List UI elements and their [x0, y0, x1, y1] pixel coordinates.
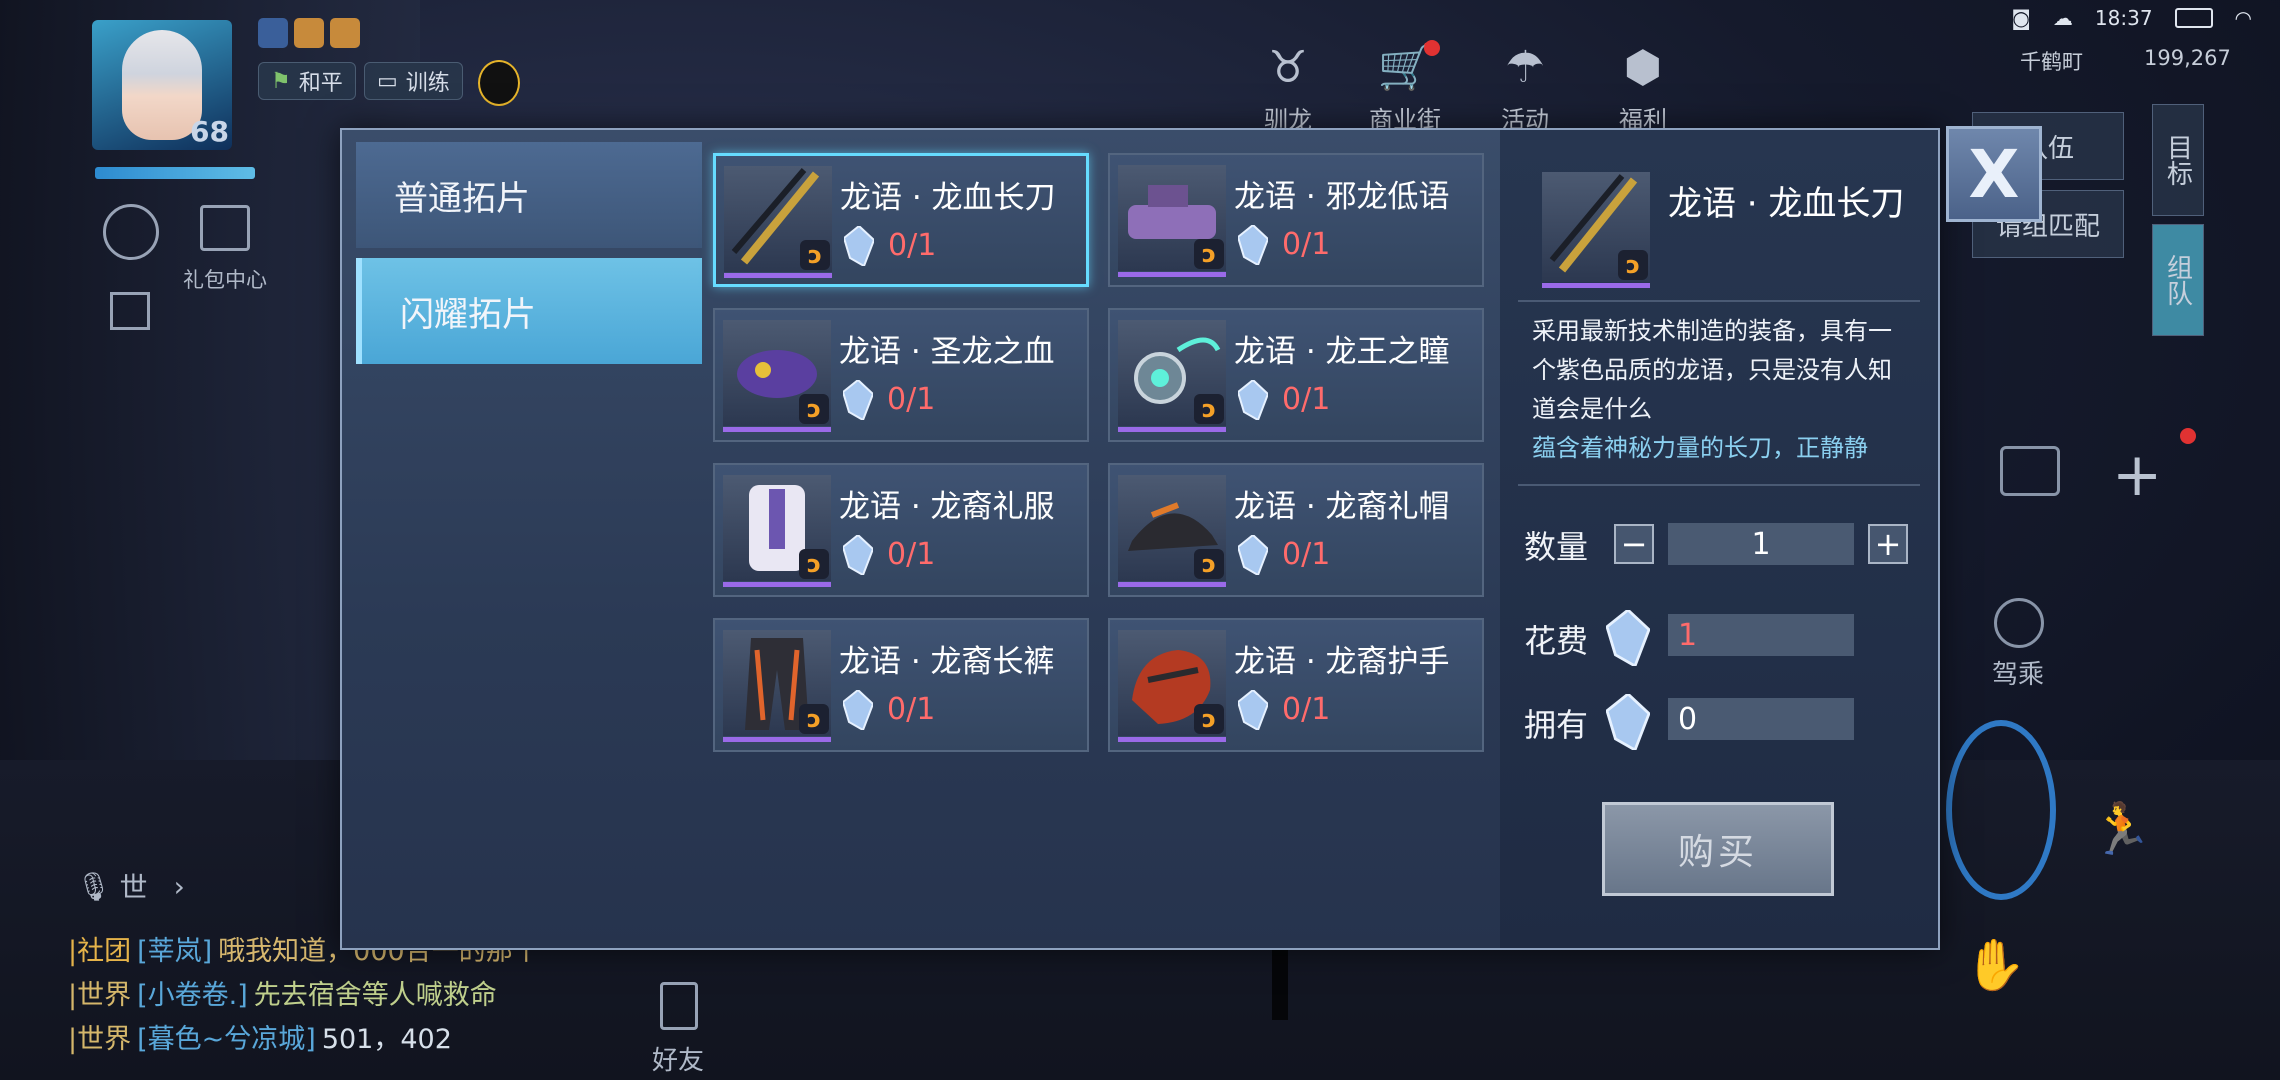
- item-card-dragon-gloves[interactable]: ↄ 龙语 · 龙裔护手 0/1: [1108, 618, 1484, 752]
- glove-icon: ↄ: [1118, 630, 1226, 742]
- location-coords: 199,267: [2144, 46, 2231, 70]
- target-button[interactable]: 目标: [2152, 104, 2204, 216]
- item-card-longblood-blade[interactable]: ↄ 龙语 · 龙血长刀 0/1: [713, 153, 1089, 287]
- welfare-icon: ⬢: [1623, 41, 1663, 93]
- camera-icon: ◙: [2011, 6, 2031, 30]
- player-hp-bar: [95, 167, 255, 179]
- divider: [1518, 484, 1920, 486]
- flag-icon: ⚑: [271, 68, 291, 94]
- drive-label: 驾乘: [1992, 660, 2045, 690]
- item-card-evil-whisper[interactable]: ↄ 龙语 · 邪龙低语 0/1: [1108, 153, 1484, 287]
- quantity-label: 数量: [1524, 528, 1589, 566]
- divider: [1518, 300, 1920, 302]
- crystal-icon: [843, 535, 873, 575]
- clock-time: 18:37: [2094, 6, 2153, 30]
- steering-wheel-icon[interactable]: [1994, 598, 2044, 648]
- top-menu-activity[interactable]: ☂: [1490, 36, 1560, 98]
- chat-row: |世界 [小卷卷.] 先去宿舍等人喊救命: [68, 980, 497, 1011]
- own-field: 0: [1668, 698, 1854, 740]
- jump-icon[interactable]: ✋: [1964, 936, 2026, 995]
- crystal-icon: [1238, 380, 1268, 420]
- chevron-right-icon: ›: [173, 869, 185, 903]
- sword-icon: ↄ: [1542, 172, 1650, 288]
- dragon-icon: ♉: [1268, 41, 1308, 93]
- item-card-holy-dragon-blood[interactable]: ↄ 龙语 · 圣龙之血 0/1: [713, 308, 1089, 442]
- eye-icon[interactable]: [103, 204, 159, 260]
- player-level: 68: [190, 115, 229, 148]
- crystal-icon: [843, 380, 873, 420]
- buy-button[interactable]: 购买: [1602, 802, 1834, 896]
- suit-icon: ↄ: [723, 475, 831, 587]
- tab-normal-rubbing[interactable]: 普通拓片: [356, 142, 702, 248]
- voice-channel-toggle[interactable]: 🎙 世 ›: [76, 866, 185, 906]
- friends-label: 好友: [652, 1046, 705, 1076]
- monitor-icon: ▭: [377, 68, 398, 94]
- detail-description: 采用最新技术制造的装备，具有一个紫色品质的龙语，只是没有人知道会是什么: [1532, 317, 1892, 423]
- item-card-dragon-hat[interactable]: ↄ 龙语 · 龙裔礼帽 0/1: [1108, 463, 1484, 597]
- player-badges: [258, 18, 360, 48]
- crystal-icon: [1606, 610, 1650, 666]
- crystal-icon: [843, 690, 873, 730]
- location-name: 千鹤町: [2020, 50, 2083, 74]
- item-card-dragon-pants[interactable]: ↄ 龙语 · 龙裔长裤 0/1: [713, 618, 1089, 752]
- weather-icon: ☁: [2052, 6, 2073, 30]
- cap-icon: ↄ: [1118, 475, 1226, 587]
- battery-icon: [2174, 8, 2213, 28]
- close-button[interactable]: X: [1946, 126, 2042, 222]
- wifi-icon: ◠: [2234, 6, 2252, 30]
- add-icon[interactable]: +: [2112, 440, 2162, 510]
- top-menu-dragon[interactable]: ♉: [1253, 36, 1323, 98]
- notification-dot: [2180, 428, 2196, 444]
- own-label: 拥有: [1524, 706, 1589, 744]
- mode-chip-train[interactable]: ▭ 训练: [364, 62, 463, 100]
- notification-dot: [1424, 40, 1440, 56]
- home-icon[interactable]: [110, 292, 150, 330]
- crystal-icon: [1606, 694, 1650, 750]
- quantity-plus-button[interactable]: +: [1868, 524, 1908, 564]
- eye-ring-icon: ↄ: [1118, 320, 1226, 432]
- mask-icon: ↄ: [723, 320, 831, 432]
- tab-shiny-rubbing[interactable]: 闪耀拓片: [356, 258, 702, 364]
- badge-icon: [258, 18, 288, 48]
- microphone-icon: 🎙: [76, 869, 112, 903]
- sword-icon: ↄ: [724, 166, 832, 278]
- quantity-field[interactable]: 1: [1668, 523, 1854, 565]
- pants-icon: ↄ: [723, 630, 831, 742]
- group-button[interactable]: 组队: [2152, 224, 2204, 336]
- top-menu-welfare[interactable]: ⬢: [1608, 36, 1678, 98]
- quantity-minus-button[interactable]: −: [1614, 524, 1654, 564]
- item-card-dragon-king-eye[interactable]: ↄ 龙语 · 龙王之瞳 0/1: [1108, 308, 1484, 442]
- mode-chip-peace[interactable]: ⚑ 和平: [258, 62, 356, 100]
- item-card-dragon-suit[interactable]: ↄ 龙语 · 龙裔礼服 0/1: [713, 463, 1089, 597]
- crystal-icon: [844, 226, 874, 266]
- briefcase-icon[interactable]: [2000, 446, 2060, 496]
- chat-row: |世界 [暮色~兮凉城] 501，402: [68, 1024, 452, 1055]
- cost-label: 花费: [1524, 622, 1589, 660]
- gift-center-label: 礼包中心: [183, 268, 267, 292]
- crystal-icon: [1238, 225, 1268, 265]
- parachute-icon: ☂: [1505, 41, 1545, 93]
- detail-flavor-text: 蕴含着神秘力量的长刀，正静静: [1532, 434, 1868, 462]
- friends-icon[interactable]: [660, 982, 698, 1030]
- crystal-icon: [1238, 535, 1268, 575]
- detail-item-name: 龙语 · 龙血长刀: [1668, 184, 1905, 224]
- cost-field: 1: [1668, 614, 1854, 656]
- gun-icon: ↄ: [1118, 165, 1226, 277]
- gift-icon[interactable]: [200, 205, 250, 251]
- badge-icon: [294, 18, 324, 48]
- crystal-icon: [1238, 690, 1268, 730]
- status-bar: ◙ ☁ 18:37 ◠: [2012, 6, 2253, 30]
- skill-ring[interactable]: [1946, 720, 2056, 900]
- sprint-icon[interactable]: 🏃: [2090, 800, 2152, 859]
- qq-penguin-icon[interactable]: [478, 60, 520, 106]
- badge-icon: [330, 18, 360, 48]
- background-lamp-post: [1272, 940, 1288, 1020]
- close-icon: X: [1968, 135, 2020, 213]
